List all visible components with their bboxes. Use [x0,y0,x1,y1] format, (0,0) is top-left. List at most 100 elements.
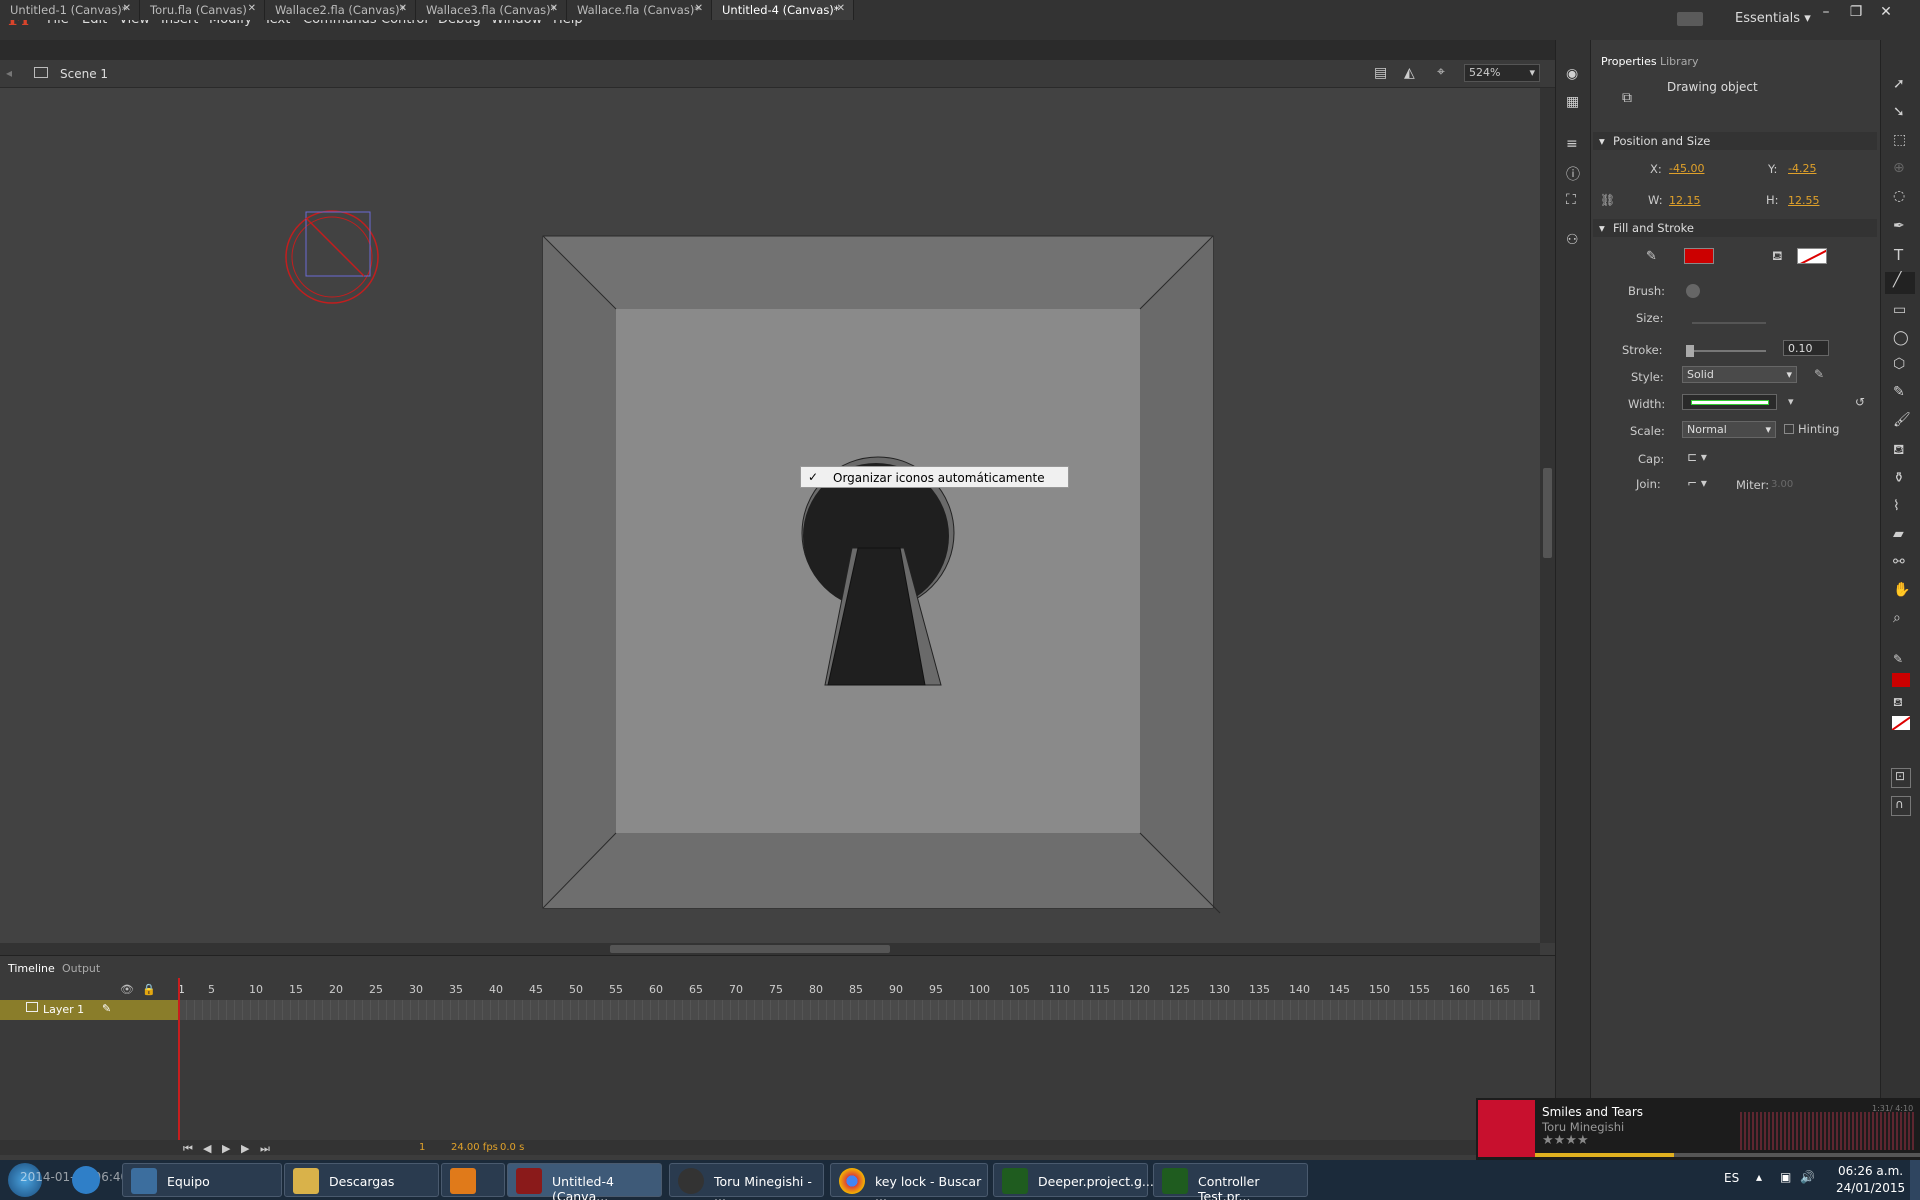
text-tool-icon[interactable]: T [1894,246,1903,264]
rectangle-tool-icon[interactable]: ▭ [1893,302,1906,318]
align-icon[interactable]: ≡ [1566,136,1578,152]
play-icon[interactable]: ▶ [222,1142,230,1155]
ink-bottle-icon[interactable]: ⚱ [1893,470,1905,486]
taskbar-item-equipo[interactable]: Equipo [122,1163,282,1197]
playhead[interactable] [178,978,180,1150]
stroke-color-swatch[interactable] [1684,248,1714,264]
transform-icon[interactable]: ⛶ [1566,192,1576,208]
oval-tool-icon[interactable]: ◯ [1893,330,1909,346]
scroll-thumb[interactable] [610,945,890,953]
taskbar-item-controller[interactable]: Controller Test.pr... [1153,1163,1308,1200]
tab-output[interactable]: Output [62,962,100,975]
next-frame-icon[interactable]: ▶ [241,1142,249,1155]
taskbar-item-chrome[interactable]: key lock - Buscar ... [830,1163,988,1200]
eye-icon[interactable]: 👁 [120,983,134,996]
free-transform-icon[interactable]: ⬚ [1893,132,1906,148]
lasso-icon[interactable]: ◌ [1893,188,1905,204]
tab-wallace2[interactable]: Wallace2.fla (Canvas)* ✕ [265,0,416,20]
network-icon[interactable]: ▣ [1780,1170,1791,1184]
taskbar-item-media-player[interactable] [441,1163,505,1197]
current-frame[interactable]: 1 [419,1142,425,1153]
join-select[interactable]: ⌐ ▾ [1687,476,1707,490]
paint-bucket-tool-icon[interactable]: ⛾ [1893,442,1904,460]
stage-canvas[interactable] [0,88,1540,943]
menu-item-auto-arrange[interactable]: Organizar iconos automáticamente [833,471,1045,485]
ie-icon[interactable] [72,1166,100,1194]
close-tab-icon[interactable]: ✕ [399,3,407,14]
edit-scene-icon[interactable]: ▤ [1374,65,1387,81]
hand-tool-icon[interactable]: ✋ [1893,582,1910,598]
stroke-input[interactable]: 0.10 [1783,340,1829,356]
pencil-tool-icon[interactable]: ✎ [1893,384,1905,400]
hinting-checkbox[interactable] [1784,424,1794,434]
tab-properties[interactable]: Properties [1596,53,1658,71]
polystar-tool-icon[interactable]: ⬡ [1893,356,1905,372]
tab-wallace3[interactable]: Wallace3.fla (Canvas)* ✕ [416,0,567,20]
tab-wallace[interactable]: Wallace.fla (Canvas)* ✕ [567,0,712,20]
x-value[interactable]: -45.00 [1669,162,1704,175]
chevron-down-icon[interactable]: ▾ [1788,395,1794,408]
sync-settings-icon[interactable] [1677,12,1703,26]
motion-presets-icon[interactable]: ◉ [1566,66,1578,82]
back-arrow-icon[interactable]: ◂ [6,66,12,80]
taskbar-item-flash[interactable]: Untitled-4 (Canva... [507,1163,662,1200]
info-icon[interactable]: ⓘ [1566,164,1580,184]
context-menu[interactable]: ✓ Organizar iconos automáticamente [800,466,1069,488]
color-swatches-icon[interactable]: ▦ [1566,94,1579,110]
components-icon[interactable]: ⚇ [1566,232,1579,248]
selection-tool-icon[interactable]: ➚ [1893,76,1905,92]
taskbar-item-descargas[interactable]: Descargas [284,1163,439,1197]
pen-icon[interactable]: ✒ [1893,218,1905,234]
eraser-icon[interactable]: ▰ [1893,526,1904,542]
frame-grid[interactable] [178,1000,1540,1020]
section-fill-stroke[interactable]: ▾ Fill and Stroke [1593,219,1877,237]
y-value[interactable]: -4.25 [1788,162,1816,175]
taskbar-item-deeper[interactable]: Deeper.project.g... [993,1163,1154,1197]
tab-toru[interactable]: Toru.fla (Canvas) ✕ [140,0,265,20]
width-profile-select[interactable] [1682,394,1777,410]
scene-label[interactable]: Scene 1 [60,67,108,81]
magnet-icon[interactable]: ∩ [1891,796,1911,816]
scroll-thumb[interactable] [1543,468,1552,558]
track-progress[interactable] [1535,1153,1920,1157]
brush-tool-icon[interactable]: 🖌 [1893,412,1911,428]
stroke-color-tool-swatch[interactable] [1892,673,1910,687]
last-frame-icon[interactable]: ⏭ [260,1142,270,1156]
edit-symbols-icon[interactable]: ◭ [1404,65,1415,81]
layer-1[interactable]: Layer 1 ✎ [0,1000,178,1020]
tab-untitled-4[interactable]: Untitled-4 (Canvas)* ✕ [712,0,854,20]
minimize-icon[interactable]: – [1816,4,1836,20]
edit-stroke-style-icon[interactable]: ✎ [1814,367,1824,381]
eyedropper-icon[interactable]: ⌇ [1893,498,1900,514]
section-position-size[interactable]: ▾ Position and Size [1593,132,1877,150]
h-value[interactable]: 12.55 [1788,194,1820,207]
clock-time[interactable]: 06:26 a.m. [1838,1164,1903,1178]
zoom-tool-icon[interactable]: ⌕ [1893,610,1901,626]
tab-library[interactable]: Library [1660,55,1698,68]
miter-value[interactable]: 3.00 [1771,479,1793,490]
reset-icon[interactable]: ↺ [1855,395,1865,409]
line-tool-icon[interactable]: ╱ [1885,272,1915,294]
close-icon[interactable]: ✕ [1876,4,1896,20]
3d-rotation-icon[interactable]: ⊕ [1893,160,1905,176]
cap-select[interactable]: ⊏ ▾ [1687,450,1707,464]
close-tab-icon[interactable]: ✕ [248,3,256,14]
track-rating[interactable]: ★★★★ [1542,1133,1589,1148]
prev-frame-icon[interactable]: ◀ [203,1142,211,1155]
close-tab-icon[interactable]: ✕ [550,3,558,14]
horizontal-scrollbar[interactable] [0,943,1540,955]
fill-color-swatch[interactable] [1797,248,1827,264]
slider-handle[interactable] [1686,345,1694,357]
volume-icon[interactable]: 🔊 [1800,1170,1815,1184]
workspace-switcher[interactable]: Essentials ▾ [1735,11,1811,26]
tab-timeline[interactable]: Timeline [8,962,55,975]
fps-value[interactable]: 24.00 fps [451,1142,498,1153]
tray-arrow-icon[interactable]: ▴ [1756,1170,1762,1184]
language-indicator[interactable]: ES [1724,1171,1739,1185]
center-stage-icon[interactable]: ⌖ [1437,64,1445,80]
subselection-tool-icon[interactable]: ➘ [1893,104,1905,120]
snap-to-objects-icon[interactable]: ⊡ [1891,768,1911,788]
close-tab-icon[interactable]: ✕ [123,3,131,14]
close-tab-icon[interactable]: ✕ [695,3,703,14]
zoom-select[interactable]: 524% ▾ [1464,64,1540,82]
